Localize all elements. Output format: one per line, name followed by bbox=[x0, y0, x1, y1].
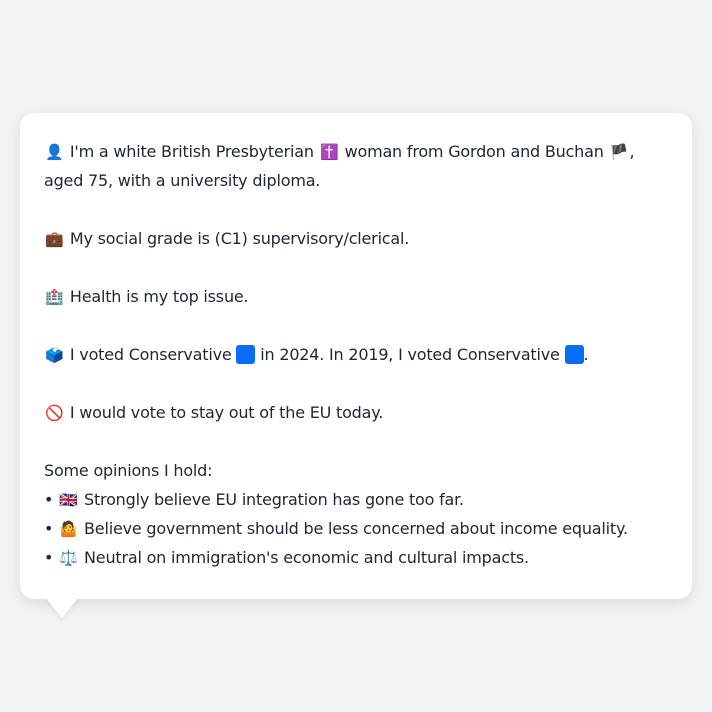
bullet: • bbox=[44, 519, 54, 538]
opinions-heading: Some opinions I hold: bbox=[44, 461, 213, 480]
person-icon: 👤 bbox=[45, 143, 64, 161]
vote-line: 🗳️ I voted Conservative in 2024. In 2019… bbox=[44, 340, 668, 369]
prohibited-icon: 🚫 bbox=[45, 404, 64, 422]
cross-icon: ✝️ bbox=[319, 143, 339, 161]
identity-line-2: aged 75, with a university diploma. bbox=[44, 171, 321, 190]
vote-text-c: . bbox=[583, 345, 589, 364]
party-color-square-icon bbox=[236, 345, 256, 364]
speech-bubble-tail bbox=[44, 596, 80, 618]
briefcase-icon: 💼 bbox=[45, 230, 64, 248]
identity-line: 👤 I'm a white British Presbyterian ✝️ wo… bbox=[44, 137, 668, 166]
grade-line: 💼 My social grade is (C1) supervisory/cl… bbox=[44, 224, 668, 253]
uk-flag-icon: 🇬🇧 bbox=[59, 491, 78, 509]
hospital-icon: 🏥 bbox=[45, 288, 64, 306]
bullet: • bbox=[44, 548, 54, 567]
shrug-icon: 🤷 bbox=[59, 520, 78, 538]
opinion-text: Neutral on immigration's economic and cu… bbox=[84, 548, 529, 567]
identity-text-c: , bbox=[629, 142, 635, 161]
issue-line: 🏥 Health is my top issue. bbox=[44, 282, 668, 311]
bullet: • bbox=[44, 490, 54, 509]
opinion-text: Believe government should be less concer… bbox=[84, 519, 628, 538]
eu-text: I would vote to stay out of the EU today… bbox=[69, 403, 384, 422]
ballot-box-icon: 🗳️ bbox=[45, 346, 64, 364]
grade-text: My social grade is (C1) supervisory/cler… bbox=[69, 229, 410, 248]
party-color-square-icon bbox=[564, 345, 584, 364]
vote-text-a: I voted Conservative bbox=[69, 345, 232, 364]
opinion-text: Strongly believe EU integration has gone… bbox=[84, 490, 464, 509]
scales-icon: ⚖️ bbox=[59, 549, 78, 567]
opinion-item: • 🤷 Believe government should be less co… bbox=[44, 514, 668, 543]
opinion-item: • ⚖️ Neutral on immigration's economic a… bbox=[44, 543, 668, 572]
eu-line: 🚫 I would vote to stay out of the EU tod… bbox=[44, 398, 668, 427]
opinion-item: • 🇬🇧 Strongly believe EU integration has… bbox=[44, 485, 668, 514]
persona-card: 👤 I'm a white British Presbyterian ✝️ wo… bbox=[20, 113, 692, 599]
scotland-flag-icon: 🏴 bbox=[609, 143, 629, 161]
identity-text-a: I'm a white British Presbyterian bbox=[69, 142, 314, 161]
issue-text: Health is my top issue. bbox=[69, 287, 249, 306]
vote-text-b: in 2024. In 2019, I voted Conservative bbox=[260, 345, 560, 364]
identity-text-b: woman from Gordon and Buchan bbox=[344, 142, 604, 161]
